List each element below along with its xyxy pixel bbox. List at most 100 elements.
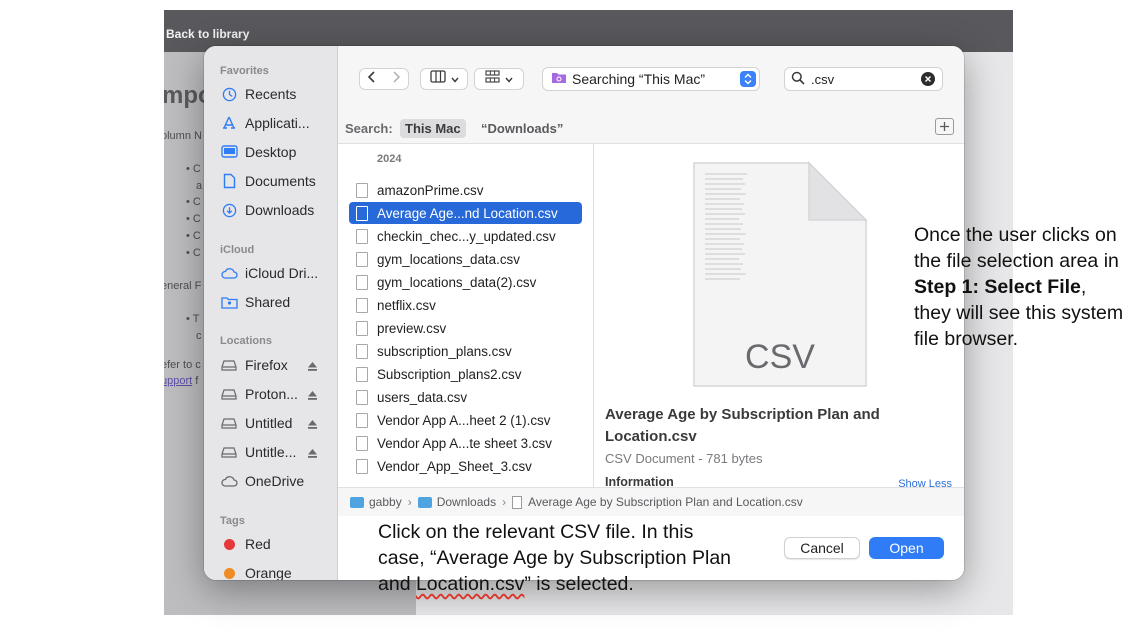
csv-file-icon — [356, 458, 368, 474]
group-by-button[interactable] — [474, 68, 524, 90]
annotation-line: and Location.csv” is selected. — [378, 571, 770, 597]
sidebar-item-onedrive[interactable]: OneDrive — [220, 470, 332, 492]
preview-file-kind: CSV Document - 781 bytes — [605, 451, 763, 466]
sidebar-item-recents[interactable]: Recents — [220, 83, 332, 105]
file-name: netflix.csv — [377, 297, 436, 313]
clear-search-icon[interactable] — [921, 72, 935, 86]
background-bullet-text: C — [192, 163, 201, 175]
csv-file-icon — [356, 251, 368, 267]
sidebar-item-label: OneDrive — [245, 473, 305, 489]
eject-icon[interactable] — [307, 417, 318, 433]
back-to-library-link[interactable]: Back to library — [166, 27, 249, 41]
annotation-text: Once the user clicks on the file selecti… — [914, 224, 1119, 272]
background-bullet: • C — [186, 163, 201, 175]
disk-icon — [220, 443, 238, 461]
sidebar-item-untitled[interactable]: Untitled — [220, 412, 332, 434]
chevron-down-icon — [450, 70, 459, 88]
background-bullet-text: C — [192, 230, 201, 242]
file-row[interactable]: users_data.csv — [349, 386, 582, 408]
support-link[interactable]: upport — [164, 375, 192, 387]
scope-downloads-button[interactable]: “Downloads” — [481, 121, 563, 136]
group-header: 2024 — [377, 153, 402, 165]
search-scope-bar: Search: This Mac “Downloads” — [338, 110, 964, 144]
scope-this-mac-button[interactable]: This Mac — [400, 119, 466, 138]
eject-icon[interactable] — [307, 388, 318, 404]
file-row[interactable]: subscription_plans.csv — [349, 340, 582, 362]
background-bullet-text: C — [192, 213, 201, 225]
csv-file-icon — [356, 320, 368, 336]
back-arrow-icon[interactable] — [367, 70, 377, 88]
folder-icon — [350, 496, 364, 508]
search-input[interactable]: .csv — [811, 72, 834, 87]
forward-arrow-icon[interactable] — [391, 70, 401, 88]
search-field[interactable]: .csv — [784, 67, 943, 91]
path-segment[interactable]: gabby — [369, 495, 402, 509]
icloud-section-title: iCloud — [220, 244, 255, 256]
sidebar-item-label: Recents — [245, 86, 297, 102]
file-row[interactable]: preview.csv — [349, 317, 582, 339]
annotation-line: case, “Average Age by Subscription Plan — [378, 547, 732, 569]
background-bullet-text: T — [192, 313, 200, 325]
file-row[interactable]: Vendor App A...te sheet 3.csv — [349, 432, 582, 454]
file-list: 2024 amazonPrime.csv Average Age...nd Loc… — [338, 144, 594, 487]
view-mode-button[interactable] — [420, 68, 468, 90]
csv-file-icon — [356, 366, 368, 382]
sidebar-item-proton[interactable]: Proton... — [220, 383, 332, 405]
csv-file-icon — [356, 274, 368, 290]
background-bullet-text: c — [196, 330, 202, 342]
path-separator-icon: › — [407, 495, 412, 509]
file-row[interactable]: amazonPrime.csv — [349, 179, 582, 201]
cancel-button[interactable]: Cancel — [784, 537, 860, 559]
sidebar-item-firefox[interactable]: Firefox — [220, 354, 332, 376]
location-select[interactable]: Searching “This Mac” — [542, 67, 760, 91]
file-row[interactable]: gym_locations_data(2).csv — [349, 271, 582, 293]
sidebar-item-label: Untitle... — [245, 444, 297, 460]
csv-file-icon — [356, 343, 368, 359]
sidebar-item-tag-red[interactable]: Red — [220, 533, 332, 555]
eject-icon[interactable] — [307, 359, 318, 375]
csv-file-icon — [356, 182, 368, 198]
columns-view-icon — [429, 70, 446, 88]
path-segment[interactable]: Average Age by Subscription Plan and Loc… — [528, 495, 803, 509]
favorites-section-title: Favorites — [220, 65, 269, 77]
applications-icon — [220, 114, 238, 132]
csv-file-icon — [356, 205, 368, 221]
background-column-text: olumn N — [164, 130, 202, 142]
sidebar-item-downloads[interactable]: Downloads — [220, 199, 332, 221]
file-row[interactable]: gym_locations_data.csv — [349, 248, 582, 270]
tags-section-title: Tags — [220, 515, 245, 527]
open-button[interactable]: Open — [869, 537, 944, 559]
sidebar-item-desktop[interactable]: Desktop — [220, 141, 332, 163]
file-row[interactable]: Subscription_plans2.csv — [349, 363, 582, 385]
sidebar-item-icloud-drive[interactable]: iCloud Dri... — [220, 262, 332, 284]
sidebar-item-tag-orange[interactable]: Orange — [220, 562, 332, 580]
grid-icon — [485, 70, 500, 88]
show-less-link[interactable]: Show Less — [898, 478, 952, 487]
folder-icon — [417, 496, 432, 508]
add-criteria-button[interactable] — [935, 118, 954, 135]
file-row[interactable]: Vendor_App_Sheet_3.csv — [349, 455, 582, 477]
annotation-spellcheck-word: Location.csv — [415, 573, 525, 595]
file-name: Average Age...nd Location.csv — [377, 205, 558, 221]
sidebar-item-documents[interactable]: Documents — [220, 170, 332, 192]
path-bar: gabby › Downloads › Average Age by Subsc… — [338, 487, 964, 516]
path-segment[interactable]: Downloads — [437, 495, 496, 509]
sidebar: Favorites Recents Applicati... Desktop D… — [204, 46, 338, 580]
desktop-icon — [220, 143, 238, 161]
file-row[interactable]: checkin_chec...y_updated.csv — [349, 225, 582, 247]
path-separator-icon: › — [502, 495, 507, 509]
file-name: gym_locations_data(2).csv — [377, 274, 537, 290]
sidebar-item-applications[interactable]: Applicati... — [220, 112, 332, 134]
sidebar-item-shared[interactable]: Shared — [220, 291, 332, 313]
file-row[interactable]: netflix.csv — [349, 294, 582, 316]
file-name: Subscription_plans2.csv — [377, 366, 522, 382]
file-row[interactable]: Vendor App A...heet 2 (1).csv — [349, 409, 582, 431]
file-name: gym_locations_data.csv — [377, 251, 520, 267]
eject-icon[interactable] — [307, 446, 318, 462]
csv-file-icon — [356, 435, 368, 451]
file-row[interactable]: Average Age...nd Location.csv — [349, 202, 582, 224]
chevron-down-icon — [505, 70, 513, 88]
sidebar-item-untitled-2[interactable]: Untitle... — [220, 441, 332, 463]
background-support-line: upport f — [164, 375, 198, 387]
annotation-text: and — [378, 573, 416, 595]
